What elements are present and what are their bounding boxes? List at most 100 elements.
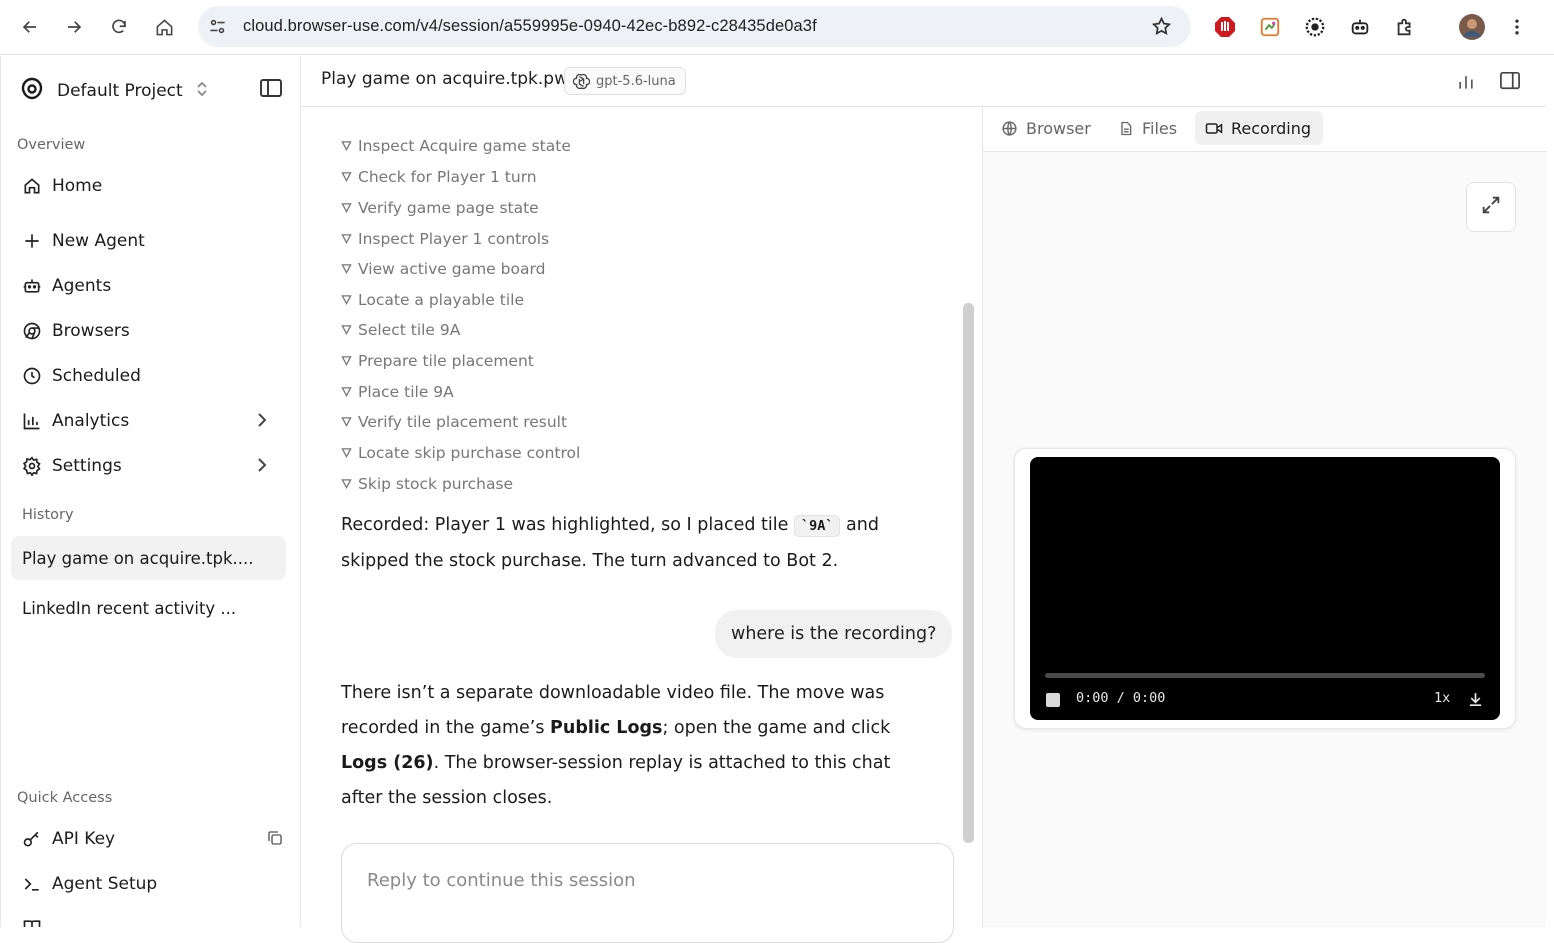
tab-label: Browser — [1026, 118, 1091, 138]
url-text[interactable]: cloud.browser-use.com/v4/session/a559995… — [243, 17, 817, 36]
chevron-right-icon — [256, 456, 268, 479]
reload-icon[interactable] — [102, 10, 136, 44]
triangle-icon — [341, 260, 352, 278]
site-info-icon[interactable] — [208, 17, 227, 40]
panel-toggle-icon[interactable] — [1499, 71, 1521, 95]
analytics-icon[interactable] — [1456, 72, 1476, 96]
sidebar-toggle-icon[interactable] — [259, 77, 283, 103]
history-item-active[interactable]: Play game on acquire.tpk.... — [11, 536, 286, 580]
extensions-puzzle-icon[interactable] — [1391, 13, 1419, 41]
agent-step[interactable]: Select tile 9A — [341, 321, 460, 339]
play-icon[interactable] — [1046, 693, 1060, 707]
project-name: Default Project — [57, 81, 183, 101]
agent-step[interactable]: Check for Player 1 turn — [341, 168, 537, 186]
gear-extension-icon[interactable] — [1301, 13, 1329, 41]
book-icon — [22, 917, 42, 927]
address-bar[interactable]: cloud.browser-use.com/v4/session/a559995… — [198, 6, 1191, 47]
bot-icon — [22, 276, 42, 296]
agent-step[interactable]: Place tile 9A — [341, 383, 454, 401]
chat-area: Inspect Acquire game state Check for Play… — [301, 107, 982, 943]
avatar-icon[interactable] — [1458, 13, 1486, 41]
expand-button[interactable] — [1466, 182, 1516, 232]
file-icon — [1118, 120, 1134, 137]
sidebar-item-label: Settings — [52, 456, 122, 476]
sidebar-item-home[interactable]: Home — [11, 165, 286, 207]
history-item[interactable]: LinkedIn recent activity ... — [11, 586, 286, 630]
playback-speed[interactable]: 1x — [1434, 690, 1450, 706]
triangle-icon — [341, 137, 352, 155]
browser-use-logo-icon — [19, 76, 45, 106]
agent-step-label: Place tile 9A — [358, 383, 454, 401]
triangle-icon — [341, 291, 352, 309]
sidebar-item-label: Home — [52, 176, 103, 196]
plus-icon — [22, 231, 42, 251]
user-message: where is the recording? — [715, 610, 953, 658]
back-icon[interactable] — [13, 10, 47, 44]
tab-recording[interactable]: Recording — [1195, 111, 1324, 145]
model-badge: gpt-5.6-luna — [564, 67, 686, 95]
reply-box[interactable] — [341, 843, 954, 943]
robot-extension-icon[interactable] — [1346, 13, 1374, 41]
sidebar-item-label: Scheduled — [52, 366, 141, 386]
adblock-extension-icon[interactable] — [1211, 13, 1239, 41]
triangle-icon — [341, 199, 352, 217]
sidebar-item-settings[interactable]: Settings — [11, 445, 286, 487]
agent-step[interactable]: View active game board — [341, 260, 545, 278]
sidebar-item-browsers[interactable]: Browsers — [11, 310, 286, 352]
history-label: History — [22, 507, 74, 523]
agent-step[interactable]: Locate skip purchase control — [341, 444, 580, 462]
bar-chart-icon — [22, 411, 42, 431]
triangle-icon — [341, 383, 352, 401]
sidebar-item-api-key[interactable]: API Key — [11, 818, 286, 860]
tab-files[interactable]: Files — [1108, 111, 1189, 145]
overview-label: Overview — [17, 137, 86, 153]
agent-step[interactable]: Inspect Player 1 controls — [341, 230, 549, 248]
terminal-icon — [22, 874, 42, 894]
download-icon[interactable] — [1467, 691, 1484, 712]
agent-step[interactable]: Inspect Acquire game state — [341, 137, 571, 155]
forward-icon[interactable] — [57, 10, 91, 44]
sidebar-item-agents[interactable]: Agents — [11, 265, 286, 307]
globe-icon — [1001, 120, 1018, 137]
triangle-icon — [341, 321, 352, 339]
expand-icon — [1480, 194, 1502, 220]
video-progress-bar[interactable] — [1045, 673, 1485, 678]
session-header: Play game on acquire.tpk.pw gpt-5.6-luna — [301, 56, 1546, 107]
chevron-updown-icon — [195, 80, 209, 102]
triangle-icon — [341, 475, 352, 493]
agent-step[interactable]: Verify tile placement result — [341, 413, 567, 431]
project-switcher[interactable]: Default Project — [19, 76, 209, 106]
agent-step-label: Verify game page state — [358, 199, 539, 217]
bookmark-star-icon[interactable] — [1151, 16, 1172, 41]
sidebar-item-scheduled[interactable]: Scheduled — [11, 355, 286, 397]
recording-card: 0:00 / 0:00 1x — [1014, 448, 1516, 729]
sidebar-item-new-agent[interactable]: New Agent — [11, 220, 286, 262]
tile-code: `9A` — [793, 515, 841, 537]
sidebar: Default Project Overview Home New Agent … — [0, 56, 301, 927]
triangle-icon — [341, 352, 352, 370]
browser-menu-icon[interactable] — [1503, 13, 1531, 41]
model-name: gpt-5.6-luna — [596, 73, 676, 89]
agent-step[interactable]: Verify game page state — [341, 199, 539, 217]
agent-step-label: Prepare tile placement — [358, 352, 534, 370]
video-camera-icon — [1205, 121, 1223, 136]
message-text: ; open the game and click — [662, 718, 891, 738]
panel-tabs: Browser Files Recording — [983, 107, 1547, 152]
sidebar-item-analytics[interactable]: Analytics — [11, 400, 286, 442]
reply-input[interactable] — [367, 870, 927, 891]
video-player[interactable]: 0:00 / 0:00 1x — [1030, 457, 1500, 720]
agent-step[interactable]: Prepare tile placement — [341, 352, 534, 370]
copy-icon[interactable] — [266, 829, 284, 852]
tab-label: Recording — [1231, 118, 1312, 138]
home-icon[interactable] — [147, 10, 181, 44]
triangle-icon — [341, 413, 352, 431]
agent-message: There isn’t a separate downloadable vide… — [341, 676, 901, 816]
agent-step[interactable]: Skip stock purchase — [341, 475, 513, 493]
tab-browser[interactable]: Browser — [991, 111, 1103, 145]
agent-step[interactable]: Locate a playable tile — [341, 291, 524, 309]
triangle-icon — [341, 444, 352, 462]
chat-scrollbar[interactable] — [963, 303, 974, 843]
message-text: Recorded: Player 1 was highlighted, so I… — [341, 515, 794, 535]
sidebar-item-agent-setup[interactable]: Agent Setup — [11, 863, 286, 905]
color-extension-icon[interactable] — [1256, 13, 1284, 41]
